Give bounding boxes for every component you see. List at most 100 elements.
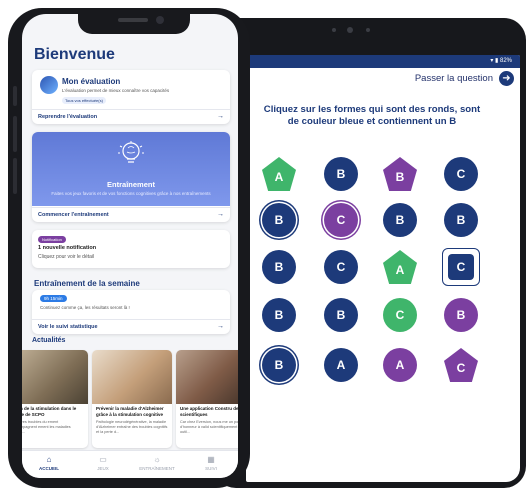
shape-circle-navy-b[interactable]: B <box>262 250 296 284</box>
bulb-icon: ☼ <box>153 455 161 464</box>
start-training-link[interactable]: Commencer l'entraînement → <box>32 207 230 222</box>
device-mockup: ▾ ▮ 82% Passer la question ➜ Cliquez sur… <box>0 0 531 491</box>
shape-letter: A <box>395 262 405 277</box>
tab-accueil[interactable]: ⌂ ACCUEIL <box>27 455 71 471</box>
evaluation-card[interactable]: Mon évaluation L'évaluation permet de mi… <box>32 70 230 124</box>
shape-circle-navy-b[interactable]: B <box>324 157 358 191</box>
notification-title: 1 nouvelle notification <box>38 245 97 251</box>
shape-circle-green-c[interactable]: C <box>383 298 417 332</box>
evaluation-chip: Tous vos effectuée(s) <box>62 97 106 104</box>
notification-text: Cliquez pour voir le détail <box>38 254 95 260</box>
shape-letter: B <box>456 308 466 322</box>
shape-letter: A <box>336 358 346 372</box>
shape-circle-navy-b[interactable]: B <box>262 203 296 237</box>
shape-pentagon-green-a[interactable]: A <box>383 250 417 284</box>
tablet-sensor <box>332 28 336 32</box>
resume-evaluation-link[interactable]: Reprendre l'évaluation → <box>32 109 230 124</box>
shape-letter: C <box>456 360 466 375</box>
statistics-link[interactable]: Voir le suivi statistique → <box>32 319 230 334</box>
tablet-device: ▾ ▮ 82% Passer la question ➜ Cliquez sur… <box>214 18 526 488</box>
training-label: Entraînement <box>107 180 155 189</box>
news-card[interactable]: Prévenir la maladie d'Alzheimer grâce à … <box>92 350 172 448</box>
shape-circle-navy-c[interactable]: C <box>324 250 358 284</box>
tablet-camera <box>347 27 353 33</box>
notification-card[interactable]: Notification 1 nouvelle notification Cli… <box>32 230 230 268</box>
gamepad-icon: ▭ <box>99 455 107 464</box>
shape-letter: B <box>274 308 284 322</box>
shape-letter: B <box>456 213 466 227</box>
shape-letter: C <box>336 260 346 274</box>
shape-pentagon-green-a[interactable]: A <box>262 157 296 191</box>
arrow-right-icon: → <box>217 211 224 218</box>
tab-suivi[interactable]: ▦ SUIVI <box>189 455 233 471</box>
news-headline: Prévenir la maladie d'Alzheimer grâce à … <box>96 406 164 417</box>
shape-letter: A <box>395 358 405 372</box>
shape-circle-purple-a[interactable]: A <box>383 348 417 382</box>
shape-circle-navy-c[interactable]: C <box>444 157 478 191</box>
news-headline: ation de la stimulation dans le cadre de… <box>22 406 77 417</box>
shape-letter: B <box>336 308 346 322</box>
tab-entrainement[interactable]: ☼ ENTRAÎNEMENT <box>135 455 179 471</box>
news-excerpt: Car chez Eversion, nous me un point d'ho… <box>180 420 238 434</box>
phone-side-button <box>13 158 17 194</box>
tab-bar: ⌂ ACCUEIL ▭ JEUX ☼ ENTRAÎNEMENT ▦ SUIVI <box>22 450 238 478</box>
tab-label: ACCUEIL <box>39 466 59 471</box>
news-excerpt: et autres troubles du ement accompagnent… <box>22 420 71 434</box>
tab-label: SUIVI <box>205 466 217 471</box>
shape-letter: A <box>274 169 284 184</box>
chart-icon: ▦ <box>207 455 215 464</box>
shape-letter: B <box>336 167 346 181</box>
tab-label: ENTRAÎNEMENT <box>139 466 175 471</box>
phone-notch <box>78 12 190 34</box>
shape-letter: C <box>456 167 466 181</box>
shape-letter: C <box>456 260 466 274</box>
evaluation-text: L'évaluation permet de mieux connaître v… <box>62 88 170 93</box>
shape-circle-navy-b[interactable]: B <box>444 203 478 237</box>
statistics-label: Voir le suivi statistique <box>38 324 98 330</box>
news-card[interactable]: ation de la stimulation dans le cadre de… <box>22 350 88 448</box>
week-duration-badge: 9h 15min <box>40 295 67 302</box>
news-image <box>176 350 238 404</box>
week-card[interactable]: 9h 15min Continuez comme ça, les résulta… <box>32 290 230 334</box>
shape-circle-navy-b[interactable]: B <box>262 348 296 382</box>
shape-letter: B <box>274 213 284 227</box>
shape-circle-navy-b[interactable]: B <box>383 203 417 237</box>
brain-bulb-icon <box>118 141 144 163</box>
shape-letter: B <box>274 260 284 274</box>
shape-circle-purple-b[interactable]: B <box>444 298 478 332</box>
week-text: Continuez comme ça, les résultats seront… <box>40 305 130 310</box>
tab-label: JEUX <box>97 466 109 471</box>
news-title: Actualités <box>32 337 66 344</box>
start-training-label: Commencer l'entraînement <box>38 212 109 218</box>
shape-square-navy-c[interactable]: C <box>448 254 474 280</box>
home-icon: ⌂ <box>46 455 52 464</box>
shape-circle-navy-b[interactable]: B <box>324 298 358 332</box>
training-card[interactable]: Entraînement Faites vos jeux favoris et … <box>32 132 230 222</box>
arrow-right-icon: → <box>217 113 224 120</box>
shape-letter: C <box>395 308 405 322</box>
tablet-sensor <box>366 28 370 32</box>
news-card[interactable]: Une application Constru des scientifique… <box>176 350 238 448</box>
evaluation-title: Mon évaluation <box>62 77 121 86</box>
phone-camera <box>156 16 164 24</box>
training-text: Faites vos jeux favoris et de vos foncti… <box>51 191 211 196</box>
avatar <box>40 76 58 94</box>
shape-letter: C <box>336 213 346 227</box>
shape-circle-purple-c[interactable]: C <box>324 203 358 237</box>
shape-pentagon-purple-b[interactable]: B <box>383 157 417 191</box>
tab-jeux[interactable]: ▭ JEUX <box>81 455 125 471</box>
shape-circle-navy-b[interactable]: B <box>262 298 296 332</box>
tablet-status-bar: ▾ ▮ 82% <box>246 55 520 68</box>
notification-badge: Notification <box>38 236 66 243</box>
skip-question-label: Passer la question <box>414 73 493 84</box>
resume-evaluation-label: Reprendre l'évaluation <box>38 114 98 120</box>
news-image <box>92 350 172 404</box>
phone-side-button <box>13 86 17 106</box>
shape-letter: B <box>395 213 405 227</box>
shape-pentagon-purple-c[interactable]: C <box>444 348 478 382</box>
phone-side-button <box>13 116 17 152</box>
tablet-screen: ▾ ▮ 82% Passer la question ➜ Cliquez sur… <box>246 55 520 482</box>
shape-circle-navy-a[interactable]: A <box>324 348 358 382</box>
week-title: Entraînement de la semaine <box>34 279 140 288</box>
skip-question-button[interactable]: Passer la question ➜ <box>415 71 514 86</box>
